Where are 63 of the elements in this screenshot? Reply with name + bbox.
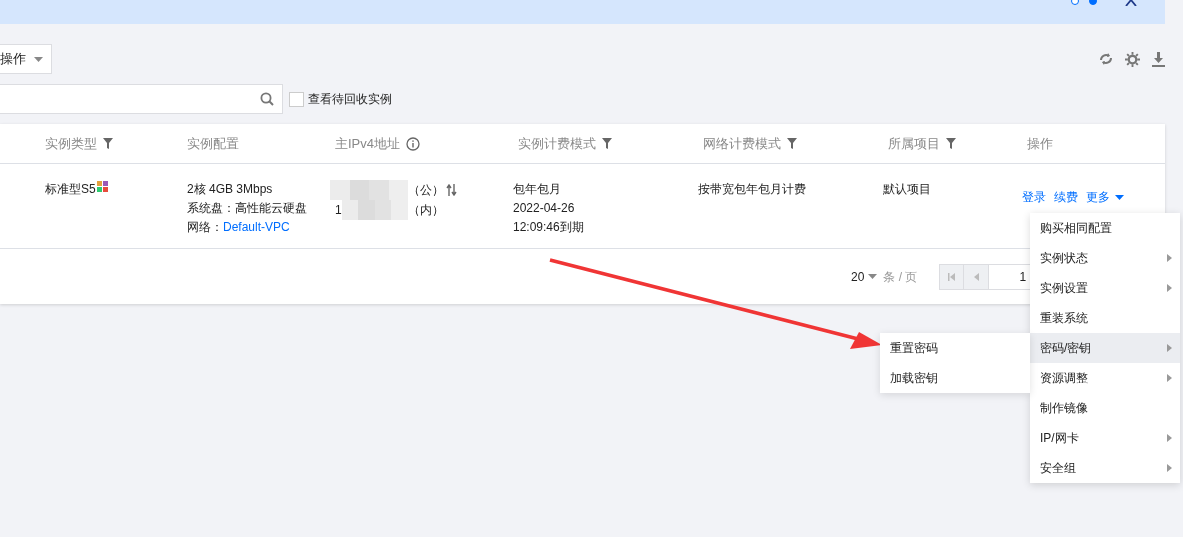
blurred-ip [341, 200, 408, 220]
action-dropdown[interactable]: 操作 [0, 44, 52, 74]
header-label: 操作 [1027, 134, 1053, 153]
menu-item[interactable]: 安全组 [1030, 453, 1180, 483]
caret-icon [34, 56, 43, 62]
menu-item[interactable]: 密码/密钥 [1030, 333, 1180, 363]
submenu-arrow-icon [1167, 344, 1172, 352]
vpc-link[interactable]: Default-VPC [223, 218, 290, 237]
caret-icon [1115, 194, 1124, 200]
more-dropdown[interactable]: 更多 [1086, 187, 1124, 207]
checkbox-label: 查看待回收实例 [308, 91, 392, 108]
download-icon[interactable] [1152, 51, 1165, 67]
grid-icon [96, 181, 109, 193]
submenu-arrow-icon [1167, 284, 1172, 292]
header-label: 网络计费模式 [703, 134, 781, 153]
checkbox[interactable] [289, 91, 304, 107]
menu-item[interactable]: 购买相同配置 [1030, 213, 1180, 243]
action-link[interactable]: 登录 [1022, 187, 1046, 207]
filter-icon[interactable] [103, 138, 113, 149]
filter-icon[interactable] [946, 138, 956, 149]
table-cell-text: 1 [334, 201, 342, 219]
search-icon[interactable] [260, 92, 274, 106]
header-label: 实例类型 [45, 134, 97, 153]
settings-icon[interactable] [1125, 51, 1140, 67]
swap-icon[interactable] [446, 184, 457, 196]
table-cell-text: 2022-04-26 [513, 200, 576, 217]
page-size-select[interactable]: 20 [851, 267, 878, 286]
header-label: 主IPv4地址 [335, 134, 400, 153]
menu-item[interactable]: 重置密码 [880, 333, 1030, 363]
refresh-icon[interactable] [1099, 51, 1113, 67]
table-cell-text: 标准型S5 [45, 181, 96, 198]
table-cell-text: 系统盘：高性能云硬盘 [187, 200, 308, 217]
prev-page-icon [973, 272, 979, 281]
info-icon[interactable] [406, 136, 420, 151]
table-cell-text: 包年包月 [513, 181, 562, 198]
table-cell-text: 12:09:46到期 [513, 219, 585, 236]
table-cell-text: （内） [407, 201, 444, 219]
table-cell: 默认项目 [883, 182, 931, 196]
table-cell: 按带宽包年包月计费 [698, 182, 806, 196]
page-size-label: 条 / 页 [883, 268, 918, 286]
menu-item[interactable]: IP/网卡 [1030, 423, 1180, 453]
first-page-icon [948, 272, 956, 281]
filter-icon[interactable] [787, 138, 797, 149]
menu-item[interactable]: 重装系统 [1030, 303, 1180, 333]
table-cell-text: （公） [408, 181, 444, 199]
table-cell-text: 网络： [187, 219, 223, 236]
submenu-arrow-icon [1167, 254, 1172, 262]
search-field[interactable] [0, 84, 283, 114]
header-label: 实例配置 [187, 134, 239, 153]
caret-icon [868, 274, 878, 279]
menu-item[interactable]: 加载密钥 [880, 363, 1030, 393]
filter-icon[interactable] [602, 138, 612, 149]
header-label: 实例计费模式 [518, 134, 596, 153]
menu-item[interactable]: 制作镜像 [1030, 393, 1180, 423]
menu-item[interactable]: 资源调整 [1030, 363, 1180, 393]
table-cell-text: 2核 4GB 3Mbps [187, 181, 274, 198]
header-label: 所属项目 [888, 134, 940, 153]
submenu-arrow-icon [1167, 464, 1172, 472]
submenu-arrow-icon [1167, 374, 1172, 382]
submenu-arrow-icon [1167, 434, 1172, 442]
menu-item[interactable]: 实例状态 [1030, 243, 1180, 273]
action-link[interactable]: 续费 [1054, 187, 1078, 207]
menu-item[interactable]: 实例设置 [1030, 273, 1180, 303]
